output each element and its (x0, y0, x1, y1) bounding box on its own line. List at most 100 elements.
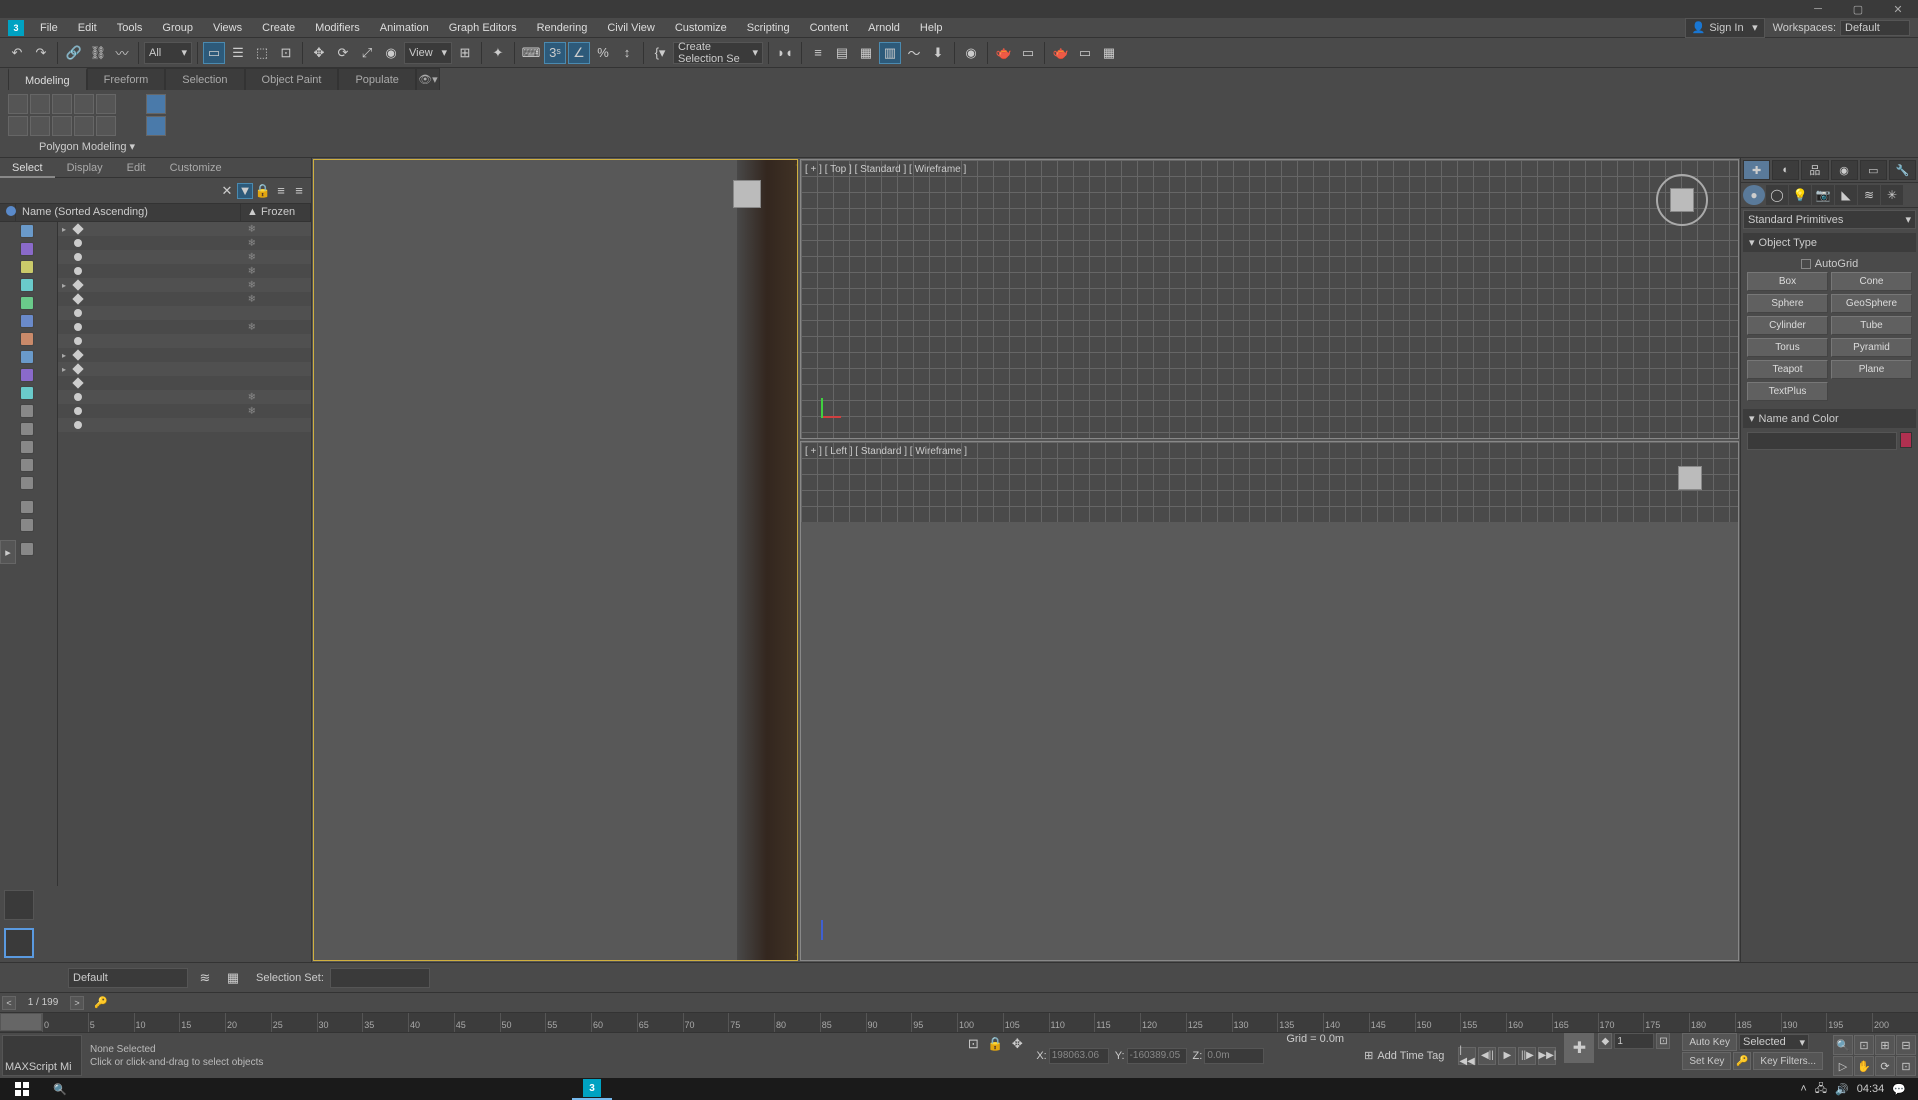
material-editor-button[interactable]: ◉ (960, 42, 982, 64)
timeline-key-icon[interactable]: 🔑 (92, 996, 110, 1010)
filter-bone-icon[interactable] (0, 366, 54, 384)
unlink-button[interactable]: ⛓ (87, 42, 109, 64)
filter-funnel2-icon[interactable] (0, 516, 54, 534)
x-input[interactable] (1049, 1048, 1109, 1064)
timeline-tick[interactable]: 5 (88, 1013, 134, 1032)
viewport-left-label[interactable]: [ + ] [ Left ] [ Standard ] [ Wireframe … (805, 446, 967, 457)
viewcube[interactable] (727, 174, 767, 214)
window-maximize-button[interactable]: ▢ (1838, 0, 1878, 18)
cat-shapes[interactable]: ◯ (1766, 185, 1788, 205)
filter-hidden-icon[interactable] (0, 420, 54, 438)
y-input[interactable] (1127, 1048, 1187, 1064)
timeline-tick[interactable]: 65 (637, 1013, 683, 1032)
time-config-button[interactable]: ⊡ (1656, 1033, 1670, 1049)
timeline-tick[interactable]: 110 (1049, 1013, 1095, 1032)
ribbon-tab-selection[interactable]: Selection (165, 68, 244, 90)
window-crossing-button[interactable]: ⊡ (275, 42, 297, 64)
setkey-button[interactable]: Set Key (1682, 1052, 1731, 1070)
object-color-swatch[interactable] (1900, 432, 1912, 448)
explorer-tab-edit[interactable]: Edit (115, 158, 158, 178)
timeline-tick[interactable]: 175 (1643, 1013, 1689, 1032)
window-minimize-button[interactable]: ─ (1798, 0, 1838, 18)
coord-mode-button[interactable]: ✥ (1006, 1033, 1028, 1055)
pan-button[interactable]: ✋ (1854, 1056, 1874, 1076)
edit-named-sel-button[interactable]: {▾ (649, 42, 671, 64)
create-plane-button[interactable]: Plane (1831, 360, 1912, 379)
autogrid-row[interactable]: AutoGrid (1747, 256, 1912, 272)
refcoord-dropdown[interactable]: View▾ (404, 42, 452, 64)
cat-spacewarps[interactable]: ≋ (1858, 185, 1880, 205)
filter-helpers-icon[interactable] (0, 294, 54, 312)
start-button[interactable] (4, 1078, 40, 1100)
key-mode-button[interactable]: ◆ (1598, 1033, 1612, 1049)
taskbar-search-button[interactable]: 🔍 (42, 1078, 78, 1100)
cmd-tab-display[interactable]: ▭ (1860, 160, 1887, 180)
timeline-tick[interactable]: 15 (179, 1013, 225, 1032)
timeline-tick[interactable]: 55 (545, 1013, 591, 1032)
create-pyramid-button[interactable]: Pyramid (1831, 338, 1912, 357)
rollout-objecttype-header[interactable]: ▾ Object Type (1743, 233, 1916, 252)
timeline-tick[interactable]: 100 (957, 1013, 1003, 1032)
pivot-button[interactable]: ⊞ (454, 42, 476, 64)
viewcube[interactable] (1678, 466, 1708, 496)
taskbar-app-3dsmax[interactable]: 3 (572, 1078, 612, 1100)
keyboard-shortcut-button[interactable]: ⌨ (520, 42, 542, 64)
isolate-button[interactable]: ⊡ (962, 1033, 984, 1055)
list-item[interactable]: ▸❄ (58, 222, 311, 236)
render-frame-button[interactable]: ▭ (1017, 42, 1039, 64)
rotate-button[interactable]: ⟳ (332, 42, 354, 64)
ribbon-tab-objectpaint[interactable]: Object Paint (245, 68, 339, 90)
cat-geometry[interactable]: ● (1743, 185, 1765, 205)
lock-button[interactable]: 🔒 (984, 1033, 1006, 1055)
timeline-tick[interactable]: 25 (271, 1013, 317, 1032)
timeline-tick[interactable]: 180 (1689, 1013, 1735, 1032)
viewport-left[interactable]: [ + ] [ Left ] [ Standard ] [ Wireframe … (800, 441, 1739, 961)
timeline-tick[interactable]: 185 (1735, 1013, 1781, 1032)
angle-snap-button[interactable]: ∠ (568, 42, 590, 64)
create-cylinder-button[interactable]: Cylinder (1747, 316, 1828, 335)
menu-scripting[interactable]: Scripting (737, 18, 800, 38)
explorer-header-name[interactable]: Name (Sorted Ascending) (16, 204, 241, 221)
render-setup-button[interactable]: 🫖 (993, 42, 1015, 64)
orbit-button[interactable]: ⟳ (1875, 1056, 1895, 1076)
ribbon-preview-1[interactable] (146, 94, 166, 114)
thumb-2[interactable] (4, 928, 34, 958)
timeline-tick[interactable]: 155 (1460, 1013, 1506, 1032)
cmd-tab-utilities[interactable]: 🔧 (1889, 160, 1916, 180)
ribbon-btn-9[interactable] (74, 116, 94, 136)
menu-group[interactable]: Group (152, 18, 203, 38)
explorer-header-icon[interactable] (0, 204, 16, 221)
explorer-expand-button[interactable]: ≡ (273, 183, 289, 199)
list-item[interactable]: ❄ (58, 250, 311, 264)
list-item[interactable]: ❄ (58, 264, 311, 278)
layer-explorer-button[interactable]: ▤ (831, 42, 853, 64)
goto-start-button[interactable]: |◀◀ (1458, 1047, 1476, 1065)
zoom-button[interactable]: 🔍 (1833, 1035, 1853, 1055)
list-item[interactable]: ❄ (58, 236, 311, 250)
list-item[interactable] (58, 376, 311, 390)
named-selection-dropdown[interactable]: Create Selection Se▾ (673, 42, 763, 64)
timeline-tick[interactable]: 200 (1872, 1013, 1918, 1032)
explorer-tab-customize[interactable]: Customize (158, 158, 234, 178)
timeline-tick[interactable]: 20 (225, 1013, 271, 1032)
autokey-button[interactable]: Auto Key (1682, 1033, 1737, 1051)
create-torus-button[interactable]: Torus (1747, 338, 1828, 357)
ribbon-btn-10[interactable] (96, 116, 116, 136)
render-iter-button[interactable]: ▭ (1074, 42, 1096, 64)
menu-tools[interactable]: Tools (107, 18, 153, 38)
keyfilters-button[interactable]: Key Filters... (1753, 1052, 1823, 1070)
zoom-extents-button[interactable]: ⊞ (1875, 1035, 1895, 1055)
current-frame-input[interactable] (1614, 1033, 1654, 1049)
ribbon-tab-populate[interactable]: Populate (338, 68, 415, 90)
filter-xrefs-icon[interactable] (0, 348, 54, 366)
timeline-tick[interactable]: 105 (1003, 1013, 1049, 1032)
timeline-tick[interactable]: 145 (1369, 1013, 1415, 1032)
tray-chevron-icon[interactable]: ˄ (1800, 1083, 1806, 1095)
z-input[interactable] (1204, 1048, 1264, 1064)
render-prod-button[interactable]: 🫖 (1050, 42, 1072, 64)
menu-help[interactable]: Help (910, 18, 953, 38)
ribbon-btn-6[interactable] (8, 116, 28, 136)
primitive-type-dropdown[interactable]: Standard Primitives ▾ (1743, 210, 1916, 229)
menu-grapheditors[interactable]: Graph Editors (439, 18, 527, 38)
layer-button-1[interactable]: ≋ (194, 967, 216, 989)
